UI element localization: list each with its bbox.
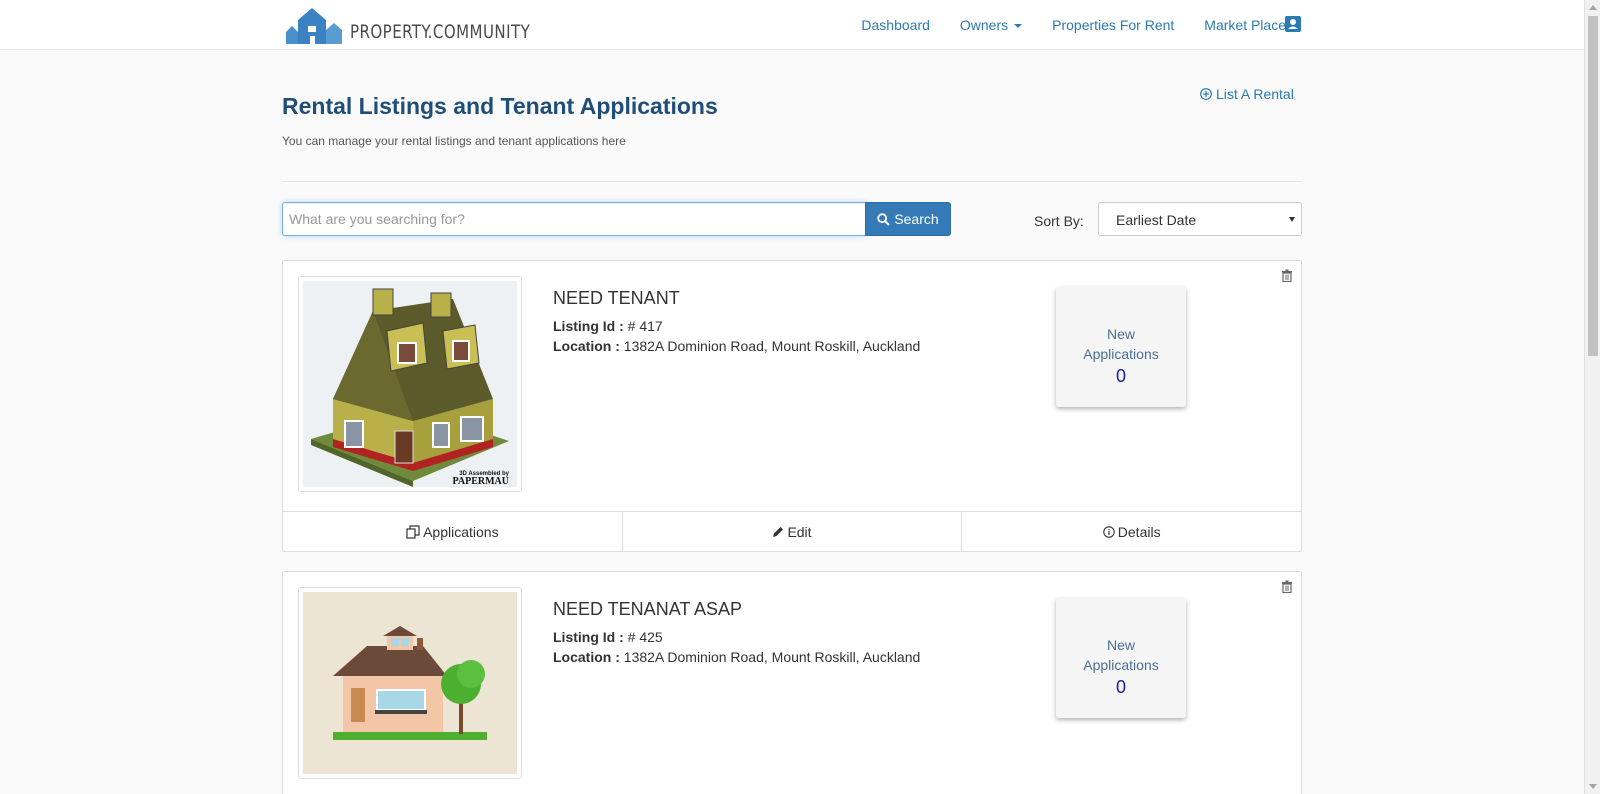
sort-selected-value: Earliest Date [1116,212,1197,228]
listing-id-value: # 417 [627,318,663,334]
listing-title: NEED TENANT [553,288,680,308]
listing-card: NEED TENANAT ASAP Listing Id : # 425 Loc… [282,571,1302,794]
listing-title: NEED TENANAT ASAP [553,599,743,619]
main-nav: Dashboard Owners Properties For Rent Mar… [831,0,1286,50]
new-applications-count: 0 [1115,366,1126,386]
scroll-thumb[interactable] [1588,16,1598,356]
trash-icon[interactable] [1281,580,1293,593]
header-divider [282,181,1302,182]
new-applications-box[interactable]: New Applications 0 [1056,287,1186,407]
plus-circle-icon [1200,88,1212,100]
edit-button[interactable]: Edit [623,512,963,551]
profile-card-icon[interactable] [1284,15,1302,33]
select-arrow-icon [1289,217,1295,222]
houses-logo-icon [286,8,342,44]
listing-location-row: Location : 1382A Dominion Road, Mount Ro… [553,338,920,354]
listing-card: 3D Assembled by PAPERMAU NEED TENANT Lis… [282,260,1302,552]
details-label: Details [1117,523,1161,540]
listing-location-value: 1382A Dominion Road, Mount Roskill, Auck… [623,649,921,665]
copy-icon [406,524,420,539]
nav-properties-for-rent[interactable]: Properties For Rent [1052,17,1174,33]
info-circle-icon [1103,525,1115,538]
listing-location-label: Location : [553,338,620,354]
sort-by-label: Sort By: [1034,213,1084,229]
listing-id-label: Listing Id : [553,629,624,645]
listing-id-label: Listing Id : [553,318,624,334]
listing-thumbnail[interactable]: 3D Assembled by PAPERMAU [298,276,522,492]
search-button-label: Search [894,211,939,227]
page-subtitle: You can manage your rental listings and … [282,134,626,148]
applications-button[interactable]: Applications [283,512,623,551]
new-applications-label: New Applications [1083,637,1159,673]
caret-down-icon [1014,24,1023,29]
search-input[interactable] [282,202,866,236]
listing-thumbnail[interactable] [298,587,522,779]
new-applications-count: 0 [1115,677,1126,697]
nav-market-place[interactable]: Market Place [1204,17,1286,33]
nav-owners-dropdown[interactable]: Owners [959,17,1023,33]
sort-select[interactable]: Earliest Date [1098,202,1302,236]
flat-house-image [303,592,517,774]
applications-label: Applications [423,523,499,540]
house-3d-image: 3D Assembled by PAPERMAU [303,281,517,487]
listing-id-row: Listing Id : # 417 [553,318,663,334]
scroll-down-icon[interactable] [1589,784,1597,789]
nav-owners-label: Owners [959,17,1009,33]
pencil-icon [773,526,784,537]
listing-location-row: Location : 1382A Dominion Road, Mount Ro… [553,649,920,665]
brand-name: PROPERTY.COMMUNITY [350,21,531,43]
card-action-bar: Applications Edit Details [283,511,1301,551]
search-button[interactable]: Search [865,202,951,236]
search-icon [877,212,891,226]
listing-id-row: Listing Id : # 425 [553,629,663,645]
new-applications-label: New Applications [1083,326,1159,362]
page-scrollbar[interactable] [1584,0,1600,794]
brand-logo[interactable]: PROPERTY.COMMUNITY [286,4,555,44]
listing-id-value: # 425 [627,629,663,645]
top-navbar: PROPERTY.COMMUNITY Dashboard Owners Prop… [0,0,1584,50]
list-a-rental-label: List A Rental [1216,86,1294,102]
new-applications-box[interactable]: New Applications 0 [1056,598,1186,718]
edit-label: Edit [787,523,812,540]
scroll-up-icon[interactable] [1589,5,1597,10]
svg-text:PAPERMAU: PAPERMAU [453,476,509,487]
trash-icon[interactable] [1281,269,1293,282]
nav-dashboard[interactable]: Dashboard [861,17,930,33]
listing-location-value: 1382A Dominion Road, Mount Roskill, Auck… [623,338,921,354]
listing-location-label: Location : [553,649,620,665]
details-button[interactable]: Details [962,512,1301,551]
page-title: Rental Listings and Tenant Applications [282,93,718,119]
list-a-rental-link[interactable]: List A Rental [1200,86,1294,102]
